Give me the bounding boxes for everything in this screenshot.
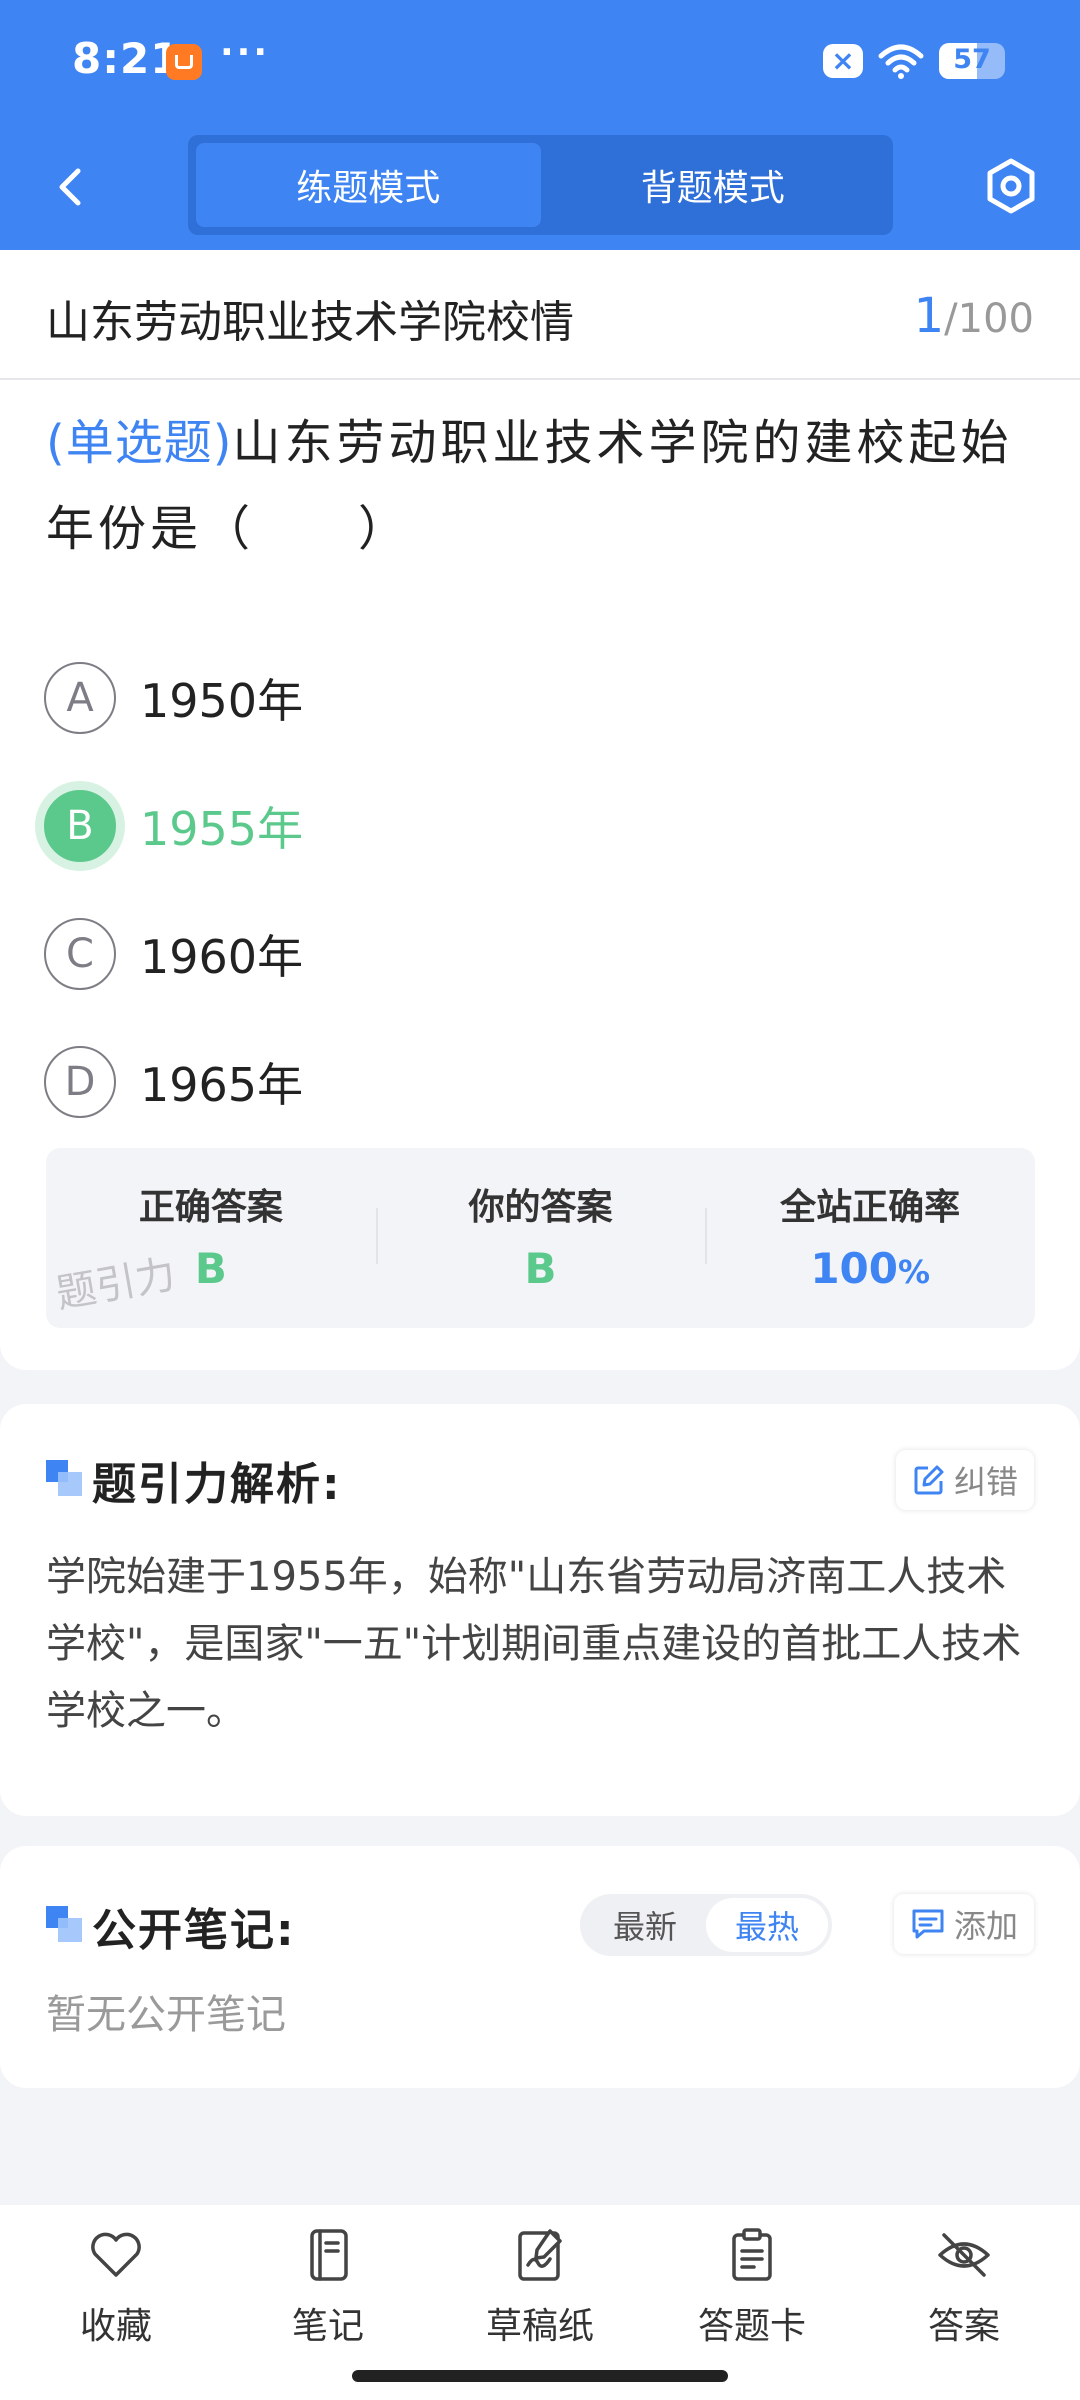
option-b[interactable]: B 1955年 [44,788,844,864]
section-squares-icon [46,1906,82,1942]
sort-hot-button[interactable]: 最热 [706,1898,828,1952]
edit-icon [914,1465,944,1495]
answer-card-label: 答题卡 [697,2306,806,2347]
add-note-button[interactable]: 添加 [893,1894,1034,1954]
current-question-number: 1 [913,288,945,344]
no-sim-icon: × [823,44,863,78]
answer-summary: 正确答案 B 你的答案 B 全站正确率 100% [46,1148,1035,1328]
question-header: 山东劳动职业技术学院校情 1/100 [0,250,1080,380]
option-text: 1965年 [140,1058,304,1112]
app-header: 8:21 ··· × 57 练题模式 背题模式 [0,0,1080,250]
question-card: 山东劳动职业技术学院校情 1/100 (单选题)山东劳动职业技术学院的建校起始年… [0,250,1080,1370]
show-answer-label: 答案 [927,2306,1000,2347]
total-questions: /100 [944,296,1034,342]
notes-title: 公开笔记: [92,1905,296,1956]
status-bar: 8:21 ··· × 57 [0,0,1080,125]
tab-memorize-mode[interactable]: 背题模式 [541,143,886,227]
analysis-card: 题引力解析: 纠错 学院始建于1955年，始称"山东省劳动局济南工人技术学校"，… [0,1404,1080,1816]
analysis-text: 学院始建于1955年，始称"山东省劳动局济南工人技术学校"，是国家"一五"计划期… [46,1554,1022,1734]
comment-icon [912,1909,944,1939]
status-indicators: × 57 [823,42,1005,80]
favorite-button[interactable]: 收藏 [10,2205,222,2400]
your-answer-label: 你的答案 [468,1187,613,1228]
notes-card: 公开笔记: 最新 最热 添加 暂无公开笔记 [0,1846,1080,2088]
wifi-icon [878,44,924,79]
question-stem: (单选题)山东劳动职业技术学院的建校起始年份是（ ） [46,400,1041,572]
analysis-title: 题引力解析: [92,1459,342,1510]
accuracy-unit: % [897,1253,931,1291]
accuracy-label: 全站正确率 [780,1187,961,1228]
question-type: (单选题) [46,415,233,471]
nav-bar: 练题模式 背题模式 [0,125,1080,250]
chevron-left-icon [59,168,81,206]
question-bank-title: 山东劳动职业技术学院校情 [46,297,574,348]
settings-button[interactable] [978,153,1044,219]
tab-practice-mode[interactable]: 练题模式 [196,143,541,227]
option-letter: A [44,662,116,734]
draft-paper-label: 草稿纸 [485,2306,594,2347]
option-letter: D [44,1046,116,1118]
show-answer-button[interactable]: 答案 [858,2205,1070,2400]
mode-switch: 练题模式 背题模式 [188,135,893,235]
report-error-label: 纠错 [953,1463,1018,1501]
option-a[interactable]: A 1950年 [44,660,844,736]
more-notifications-icon: ··· [220,32,271,73]
option-text: 1960年 [140,930,304,984]
draft-paper-icon [518,2229,562,2281]
notebook-icon [310,2229,348,2281]
add-note-label: 添加 [953,1907,1018,1945]
option-letter: B [44,790,116,862]
sort-latest-button[interactable]: 最新 [584,1898,706,1952]
option-text: 1955年 [140,802,304,856]
favorite-label: 收藏 [79,2306,152,2347]
section-squares-icon [46,1460,82,1496]
notes-label: 笔记 [291,2306,364,2347]
option-letter: C [44,918,116,990]
answer-card-icon [732,2228,772,2281]
settings-icon [987,158,1035,214]
accuracy-stat: 全站正确率 100% [705,1148,1035,1328]
battery-percent: 57 [953,44,991,75]
correct-answer-label: 正确答案 [138,1187,283,1228]
shopping-bag-icon [166,44,202,80]
notes-empty-state: 暂无公开笔记 [46,1992,286,2038]
option-c[interactable]: C 1960年 [44,916,844,992]
question-progress: 1/100 [914,288,1034,344]
report-error-button[interactable]: 纠错 [895,1450,1034,1510]
option-d[interactable]: D 1965年 [44,1044,844,1120]
accuracy-value: 100% [705,1244,1035,1293]
option-text: 1950年 [140,674,304,728]
back-button[interactable] [40,155,104,219]
status-time: 8:21 [72,34,181,83]
heart-icon [91,2232,141,2277]
accuracy-number: 100 [810,1244,898,1293]
home-indicator[interactable] [352,2370,728,2382]
your-answer-stat: 你的答案 B [375,1148,706,1328]
eye-off-icon [938,2233,990,2277]
notes-sort-toggle: 最新 最热 [580,1894,832,1956]
your-answer-value: B [524,1244,557,1293]
battery-indicator: 57 [939,43,1005,79]
